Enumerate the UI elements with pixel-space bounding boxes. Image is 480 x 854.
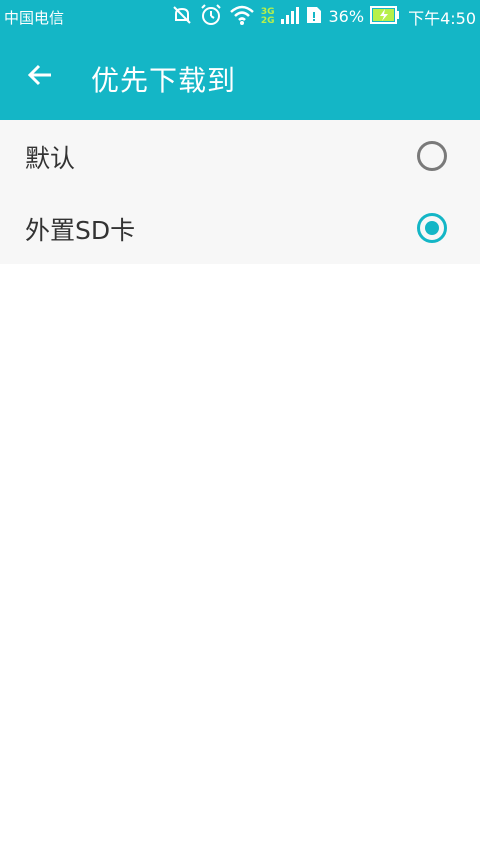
battery-charging-icon [370, 5, 400, 28]
status-icons: 3G 2G 36% 下午4:50 [165, 3, 476, 31]
option-label: 外置SD卡 [25, 216, 136, 245]
wifi-icon [229, 4, 255, 30]
back-button[interactable] [20, 57, 60, 97]
app-bar: 优先下载到 [0, 33, 480, 120]
battery-percent: 36% [328, 7, 365, 26]
radio-dot [425, 221, 439, 235]
alarm-icon [199, 3, 223, 31]
option-external-sd[interactable]: 外置SD卡 [0, 192, 480, 264]
radio-unselected[interactable] [417, 141, 447, 171]
option-label: 默认 [25, 144, 76, 173]
sim-alert-icon [305, 5, 323, 29]
network-type: 3G 2G [260, 7, 275, 26]
arrow-left-icon [26, 61, 54, 93]
status-bar: 中国电信 3G 2G 36% 下午4:50 [0, 0, 480, 33]
network-type-bottom: 2G [260, 15, 275, 26]
carrier-label: 中国电信 [4, 9, 65, 27]
clock: 下午4:50 [408, 8, 476, 28]
page-title: 优先下载到 [91, 64, 237, 97]
signal-icon [280, 5, 299, 29]
options-list: 默认 外置SD卡 [0, 120, 480, 264]
mute-icon [171, 4, 193, 30]
radio-selected[interactable] [417, 213, 447, 243]
option-default[interactable]: 默认 [0, 120, 480, 192]
